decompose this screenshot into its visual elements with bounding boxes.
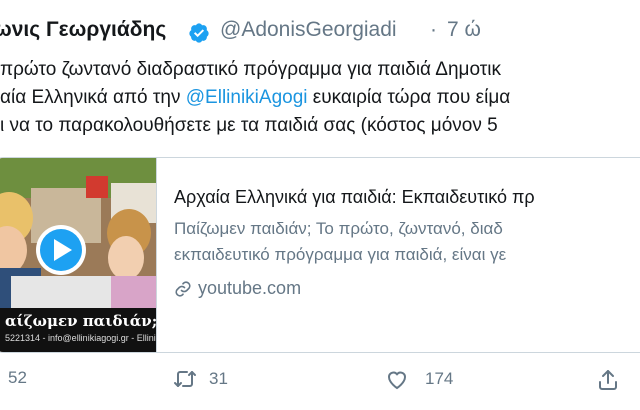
mention-link[interactable]: @EllinikiAgogi: [186, 87, 308, 108]
share-button[interactable]: [596, 368, 620, 392]
link-preview-card[interactable]: αίζωμεν παιδιάν; 5221314 - info@elliniki…: [0, 157, 640, 353]
text-segment: πρώτο ζωντανό διαδραστικό πρόγραμμα για …: [0, 59, 501, 80]
link-icon: [174, 280, 192, 298]
separator-dot: ·: [430, 18, 437, 41]
video-thumbnail[interactable]: αίζωμεν παιδιάν; 5221314 - info@elliniki…: [0, 158, 157, 352]
thumbnail-caption: αίζωμεν παιδιάν;: [5, 312, 157, 330]
reply-button[interactable]: 52: [0, 368, 27, 388]
reply-count: 52: [8, 368, 27, 387]
text-segment: αία Ελληνικά από την: [0, 87, 186, 108]
share-icon: [596, 368, 620, 392]
retweet-count: 31: [209, 369, 228, 388]
tweet-actions: 52 31 174: [0, 368, 640, 398]
retweet-icon: [173, 368, 197, 390]
card-description-line: Παίζωμεν παιδιάν; Το πρώτο, ζωντανό, δια…: [174, 219, 503, 238]
card-content: Αρχαία Ελληνικά για παιδιά: Εκπαιδευτικό…: [174, 184, 640, 299]
card-title: Αρχαία Ελληνικά για παιδιά: Εκπαιδευτικό…: [174, 187, 535, 207]
like-count: 174: [425, 369, 454, 388]
retweet-button[interactable]: 31: [173, 368, 228, 390]
tweet-text-line: ι να το παρακολουθήσετε με τα παιδιά σας…: [0, 112, 640, 140]
tweet-text: πρώτο ζωντανό διαδραστικό πρόγραμμα για …: [0, 56, 640, 140]
text-segment: ευκαιρία τώρα που είμα: [307, 87, 511, 108]
verified-badge-icon: [188, 22, 210, 44]
tweet-timestamp[interactable]: 7 ώ: [447, 18, 481, 42]
author-handle[interactable]: @AdonisGeorgiadi: [220, 18, 397, 42]
tweet-text-line: πρώτο ζωντανό διαδραστικό πρόγραμμα για …: [0, 56, 640, 84]
text-segment: ι να το παρακολουθήσετε με τα παιδιά σας…: [0, 115, 498, 136]
card-domain: youtube.com: [198, 278, 302, 298]
card-description: Παίζωμεν παιδιάν; Το πρώτο, ζωντανό, δια…: [174, 216, 640, 268]
like-button[interactable]: 174: [385, 368, 453, 390]
thumbnail-contact: 5221314 - info@ellinikiagogi.gr - Ellini: [5, 333, 156, 343]
tweet-text-line: αία Ελληνικά από την @EllinikiAgogi ευκα…: [0, 84, 640, 112]
card-link: youtube.com: [174, 278, 640, 299]
card-description-line: εκπαιδευτικό πρόγραμμα για παιδιά, είναι…: [174, 245, 507, 264]
author-name[interactable]: ωνις Γεωργιάδης: [0, 18, 166, 42]
heart-icon: [385, 368, 409, 390]
